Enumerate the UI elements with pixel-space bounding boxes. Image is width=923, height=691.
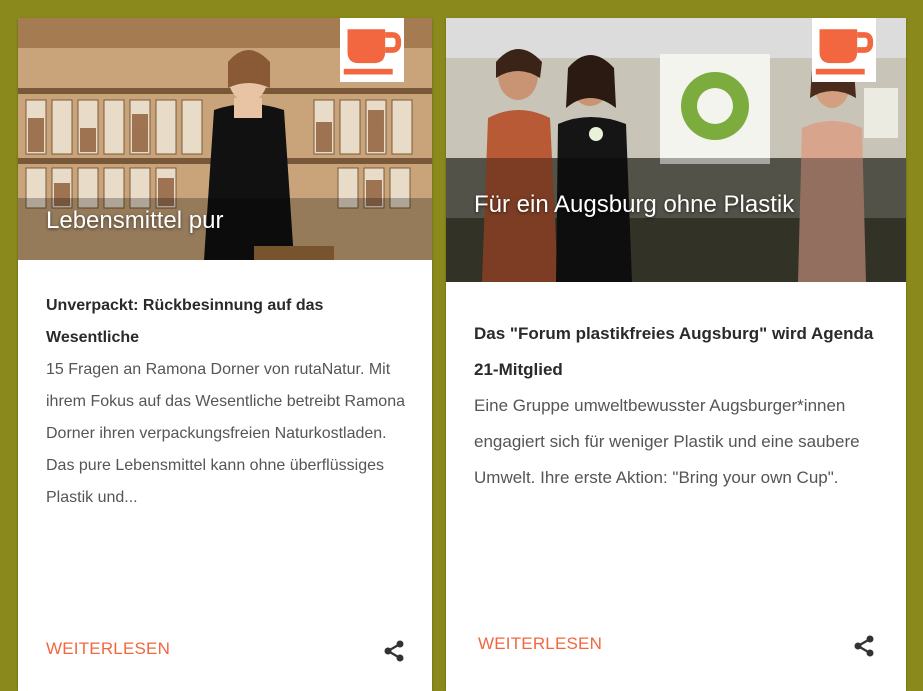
article-card[interactable]: Lebensmittel pur Unverpackt: Rückbesinnu…: [18, 18, 432, 691]
category-badge: [340, 18, 404, 82]
coffee-cup-icon: [343, 29, 402, 75]
card-body: Unverpackt: Rückbesinnung auf das Wesent…: [46, 290, 406, 514]
read-more-link[interactable]: WEITERLESEN: [478, 634, 602, 654]
hero-image[interactable]: Für ein Augsburg ohne Plastik: [446, 18, 906, 282]
article-teaser: Eine Gruppe umweltbewusster Augsburger*i…: [474, 396, 860, 487]
share-icon[interactable]: [852, 634, 876, 658]
share-icon[interactable]: [382, 639, 406, 663]
read-more-link[interactable]: WEITERLESEN: [46, 639, 170, 659]
article-headline[interactable]: Das "Forum plastikfreies Augsburg" wird …: [474, 316, 880, 388]
card-body: Das "Forum plastikfreies Augsburg" wird …: [474, 316, 880, 496]
category-badge: [812, 18, 876, 82]
article-headline[interactable]: Unverpackt: Rückbesinnung auf das Wesent…: [46, 290, 406, 354]
hero-title[interactable]: Lebensmittel pur: [46, 204, 223, 238]
hero-image[interactable]: Lebensmittel pur: [18, 18, 432, 260]
article-card[interactable]: Für ein Augsburg ohne Plastik Das "Forum…: [446, 18, 906, 691]
coffee-cup-icon: [815, 29, 874, 75]
hero-title[interactable]: Für ein Augsburg ohne Plastik: [474, 188, 804, 222]
article-teaser: 15 Fragen an Ramona Dorner von rutaNatur…: [46, 361, 405, 506]
